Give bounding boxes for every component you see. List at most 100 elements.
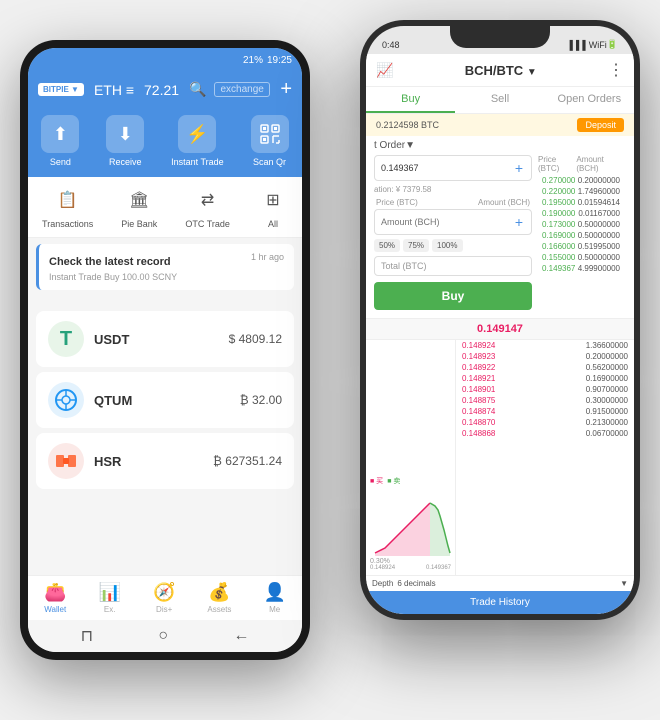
deposit-amount: 0.2124598 BTC: [376, 120, 439, 130]
notch: [450, 26, 550, 48]
exchange-nav-icon: 📊: [98, 582, 120, 603]
bid-row-6: 0.1488740.91500000: [456, 406, 634, 417]
usdt-balance: $ 4809.12: [229, 332, 282, 346]
pct-100-button[interactable]: 100%: [432, 239, 462, 252]
assets-nav-label: Assets: [207, 605, 231, 614]
instant-trade-action[interactable]: ⚡ Instant Trade: [171, 115, 224, 167]
ask-row-2: 0.1950000.01594614: [536, 197, 626, 208]
send-label: Send: [50, 157, 71, 167]
bid-row-2: 0.1489220.56200000: [456, 362, 634, 373]
hsr-name: HSR: [94, 454, 121, 469]
me-nav-label: Me: [269, 605, 280, 614]
qtum-name: QTUM: [94, 393, 132, 408]
discover-nav-icon: 🧭: [153, 582, 175, 603]
assets-nav-icon: 💰: [208, 582, 230, 603]
depth-row: Depth 6 decimals ▼: [366, 575, 634, 591]
otc-trade-label: OTC Trade: [185, 219, 230, 229]
notification-bar[interactable]: Check the latest record 1 hr ago Instant…: [36, 244, 294, 290]
usdt-name: USDT: [94, 332, 129, 347]
instant-trade-label: Instant Trade: [171, 157, 224, 167]
nav-wallet[interactable]: 👛 Wallet: [44, 582, 66, 614]
hsr-icon: [48, 443, 84, 479]
nav-discover[interactable]: 🧭 Dis+: [153, 582, 175, 614]
nav-exchange[interactable]: 📊 Ex.: [98, 582, 120, 614]
send-action[interactable]: ⬆ Send: [41, 115, 79, 167]
add-button[interactable]: +: [280, 78, 292, 101]
legend-sell: ■ 卖: [387, 476, 400, 486]
qtum-balance: ₿ 32.00: [240, 393, 282, 407]
tab-open-orders[interactable]: Open Orders: [545, 87, 634, 113]
trade-history-button[interactable]: Trade History: [366, 591, 634, 614]
search-icon[interactable]: 🔍: [189, 81, 206, 98]
bid-row-7: 0.1488700.21300000: [456, 417, 634, 428]
notification-subtitle: Instant Trade Buy 100.00 SCNY: [49, 272, 284, 282]
order-type-row: t Order ▼: [374, 140, 626, 151]
tab-sell[interactable]: Sell: [455, 87, 544, 113]
ask-row-5: 0.1690000.50000000: [536, 230, 626, 241]
otc-trade-menu[interactable]: ⇄ OTC Trade: [185, 185, 230, 229]
current-price-bar: 0.149147: [366, 318, 634, 340]
depth-label: Depth: [372, 579, 393, 588]
qtum-wallet-item[interactable]: QTUM ₿ 32.00: [36, 372, 294, 428]
iphone-time: 0:48: [382, 40, 400, 50]
price-input[interactable]: [375, 159, 507, 177]
android-navbar: 👛 Wallet 📊 Ex. 🧭 Dis+ 💰 Assets 👤: [28, 575, 302, 620]
hsr-wallet-item[interactable]: HSR ₿ 627351.24: [36, 433, 294, 489]
depth-chevron-icon[interactable]: ▼: [620, 579, 628, 588]
bitpie-logo: BITPIE ▼: [38, 83, 84, 96]
amount-plus-icon[interactable]: +: [507, 210, 531, 234]
bid-row-3: 0.1489210.16900000: [456, 373, 634, 384]
usdt-wallet-item[interactable]: T USDT $ 4809.12: [36, 311, 294, 367]
tab-buy[interactable]: Buy: [366, 87, 455, 113]
amount-input-row: +: [374, 209, 532, 235]
iphone: 0:48 ▌▌▌ WiFi 🔋 📈 BCH/BTC ▼ ⋮: [360, 20, 640, 620]
form-and-book: + ation: ¥ 7379.58 Price (BTC) Amount (B…: [374, 155, 626, 314]
col-headers: Price (BTC) Amount (BCH): [374, 198, 532, 207]
android-statusbar: 21% 19:25: [28, 48, 302, 72]
recent-apps-button[interactable]: ⊓: [81, 626, 93, 646]
iphone-screen: 0:48 ▌▌▌ WiFi 🔋 📈 BCH/BTC ▼ ⋮: [366, 26, 634, 614]
pct-75-button[interactable]: 75%: [403, 239, 429, 252]
deposit-bar: 0.2124598 BTC Deposit: [366, 114, 634, 136]
eth-amount: 72.21: [144, 82, 179, 98]
pct-buttons: 50% 75% 100%: [374, 239, 532, 252]
ask-row-1: 0.2200001.74960000: [536, 186, 626, 197]
all-icon: ⊞: [258, 185, 288, 215]
more-icon[interactable]: ⋮: [608, 60, 624, 80]
transactions-label: Transactions: [42, 219, 93, 229]
bid-row-8: 0.1488680.06700000: [456, 428, 634, 439]
orderbook-section: ■ 买 ■ 卖 0.30%: [366, 340, 634, 575]
price-plus-icon[interactable]: +: [507, 156, 531, 180]
chart-icon[interactable]: 📈: [376, 62, 393, 79]
deposit-button[interactable]: Deposit: [577, 118, 624, 132]
time-status: 19:25: [267, 55, 292, 66]
receive-label: Receive: [109, 157, 142, 167]
pie-bank-menu[interactable]: 🏛 Pie Bank: [121, 185, 157, 229]
bid-row-1: 0.1489230.20000000: [456, 351, 634, 362]
back-button[interactable]: ←: [233, 627, 249, 645]
all-menu[interactable]: ⊞ All: [258, 185, 288, 229]
exchange-button[interactable]: exchange: [214, 82, 269, 97]
price-input-row: +: [374, 155, 532, 181]
chart-x-labels: 0.148924 0.149367: [370, 565, 451, 571]
ask-row-8: 0.1493674.99900000: [536, 263, 626, 274]
trade-header: 📈 BCH/BTC ▼ ⋮: [366, 54, 634, 87]
trade-tabs: Buy Sell Open Orders: [366, 87, 634, 114]
nav-assets[interactable]: 💰 Assets: [207, 582, 231, 614]
bid-row-0: 0.1489241.36600000: [456, 340, 634, 351]
transactions-menu[interactable]: 📋 Transactions: [42, 185, 93, 229]
nav-me[interactable]: 👤 Me: [263, 582, 285, 614]
home-button[interactable]: ○: [158, 627, 168, 645]
android-soft-nav: ⊓ ○ ←: [28, 620, 302, 652]
pct-50-button[interactable]: 50%: [374, 239, 400, 252]
iphone-signal: ▌▌▌: [570, 40, 589, 50]
amount-input[interactable]: [375, 213, 507, 231]
transactions-icon: 📋: [53, 185, 83, 215]
pie-bank-icon: 🏛: [124, 185, 154, 215]
scan-qr-action[interactable]: Scan Qr: [251, 115, 289, 167]
receive-action[interactable]: ⬇ Receive: [106, 115, 144, 167]
spacer: [28, 296, 302, 306]
buy-button[interactable]: Buy: [374, 282, 532, 310]
all-label: All: [268, 219, 278, 229]
total-row: Total (BTC): [374, 256, 532, 276]
